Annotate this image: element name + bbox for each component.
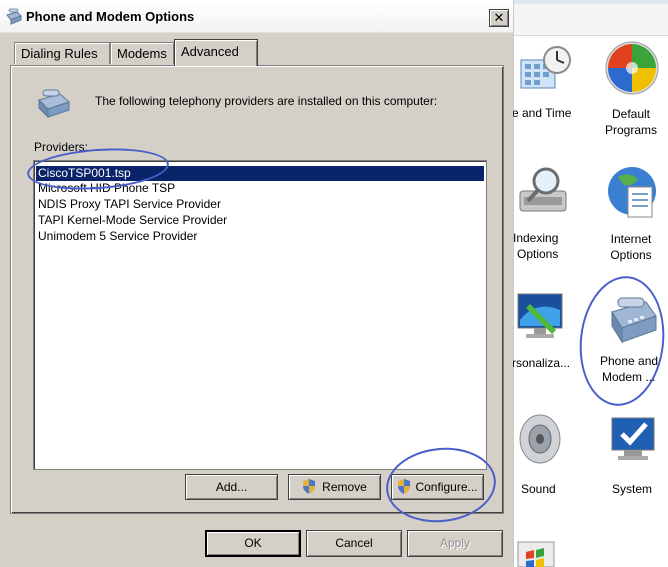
cancel-button-label: Cancel <box>335 536 373 550</box>
close-icon: ✕ <box>493 10 505 25</box>
cp-item-label-line2: Options <box>517 247 559 261</box>
phone-modem-icon <box>611 297 657 344</box>
cp-item-internet-options[interactable]: Internet Options <box>596 165 666 265</box>
tab-advanced[interactable]: Advanced <box>174 39 258 66</box>
cp-item-system[interactable]: System <box>596 412 668 502</box>
provider-item[interactable]: CiscoTSP001.tsp <box>36 166 484 181</box>
dialog-title: Phone and Modem Options <box>26 9 195 24</box>
configure-button[interactable]: Configure... <box>391 474 484 500</box>
cancel-button[interactable]: Cancel <box>306 530 402 557</box>
telephony-icon <box>38 89 70 118</box>
cp-item-sound[interactable]: Sound <box>514 412 594 502</box>
cp-item-label: Sound <box>521 482 556 496</box>
cp-item-default-programs[interactable]: Default Programs <box>596 40 666 140</box>
provider-item[interactable]: Microsoft HID Phone TSP <box>36 181 175 196</box>
cp-item-indexing-options[interactable]: Indexing Options <box>513 165 594 265</box>
date-time-icon <box>520 46 571 89</box>
ok-button[interactable]: OK <box>205 530 301 557</box>
control-panel-window: e and Time Default Programs Indexing Opt… <box>512 0 668 567</box>
phone-modem-icon <box>6 8 22 25</box>
provider-item[interactable]: Unimodem 5 Service Provider <box>36 229 197 244</box>
cp-item-label-line2: Modem ... <box>602 370 656 384</box>
configure-button-label: Configure... <box>415 480 478 494</box>
tab-dialing-rules[interactable]: Dialing Rules <box>14 42 110 64</box>
tab-label: Dialing Rules <box>21 46 98 61</box>
providers-listbox[interactable]: CiscoTSP001.tsp Microsoft HID Phone TSP … <box>33 160 487 470</box>
intro-text: The following telephony providers are in… <box>95 94 438 108</box>
add-button-label: Add... <box>215 480 248 494</box>
cp-item-label-line1: Phone and <box>600 354 659 368</box>
remove-button-label: Remove <box>322 480 367 494</box>
shield-icon <box>303 479 316 494</box>
provider-item[interactable]: NDIS Proxy TAPI Service Provider <box>36 197 221 212</box>
phone-and-modem-options-dialog: Phone and Modem Options ✕ Dialing Rules … <box>0 0 513 567</box>
cp-item-label-line1: Default <box>611 107 651 121</box>
providers-label: Providers: <box>34 140 89 154</box>
add-button[interactable]: Add... <box>185 474 278 500</box>
cp-item-date-time[interactable]: e and Time <box>512 40 594 130</box>
cp-item-phone-and-modem[interactable]: Phone and Modem ... <box>596 290 668 400</box>
close-button[interactable]: ✕ <box>489 9 509 27</box>
indexing-icon <box>519 167 567 212</box>
cp-item-label: rsonaliza... <box>512 356 571 370</box>
default-programs-icon <box>605 41 659 95</box>
dialog-titlebar[interactable]: Phone and Modem Options ✕ <box>0 0 513 33</box>
cp-item-label: e and Time <box>512 106 572 120</box>
provider-item[interactable]: TAPI Kernel-Mode Service Provider <box>36 213 227 228</box>
cp-item-label-line1: Internet <box>610 232 652 246</box>
tab-modems[interactable]: Modems <box>110 42 174 64</box>
cp-item-label: System <box>611 482 652 496</box>
system-icon <box>611 417 655 460</box>
tab-label: Advanced <box>181 44 239 59</box>
cp-item-label-line2: Programs <box>604 123 657 137</box>
sound-icon <box>519 414 561 464</box>
apply-button[interactable]: Apply <box>407 530 503 557</box>
cp-item-personalization[interactable]: rsonaliza... <box>512 290 594 380</box>
tab-label: Modems <box>117 46 167 61</box>
remove-button[interactable]: Remove <box>288 474 381 500</box>
windows-flag-icon <box>517 541 555 567</box>
control-panel-toolbar <box>514 0 668 36</box>
cp-item-label-line2: Options <box>610 248 652 262</box>
ok-button-label: OK <box>244 536 262 550</box>
cp-item-label-line1: Indexing <box>513 231 559 245</box>
internet-options-icon <box>608 167 656 218</box>
personalization-icon <box>517 293 563 338</box>
shield-icon <box>398 479 411 494</box>
apply-button-label: Apply <box>439 536 471 550</box>
